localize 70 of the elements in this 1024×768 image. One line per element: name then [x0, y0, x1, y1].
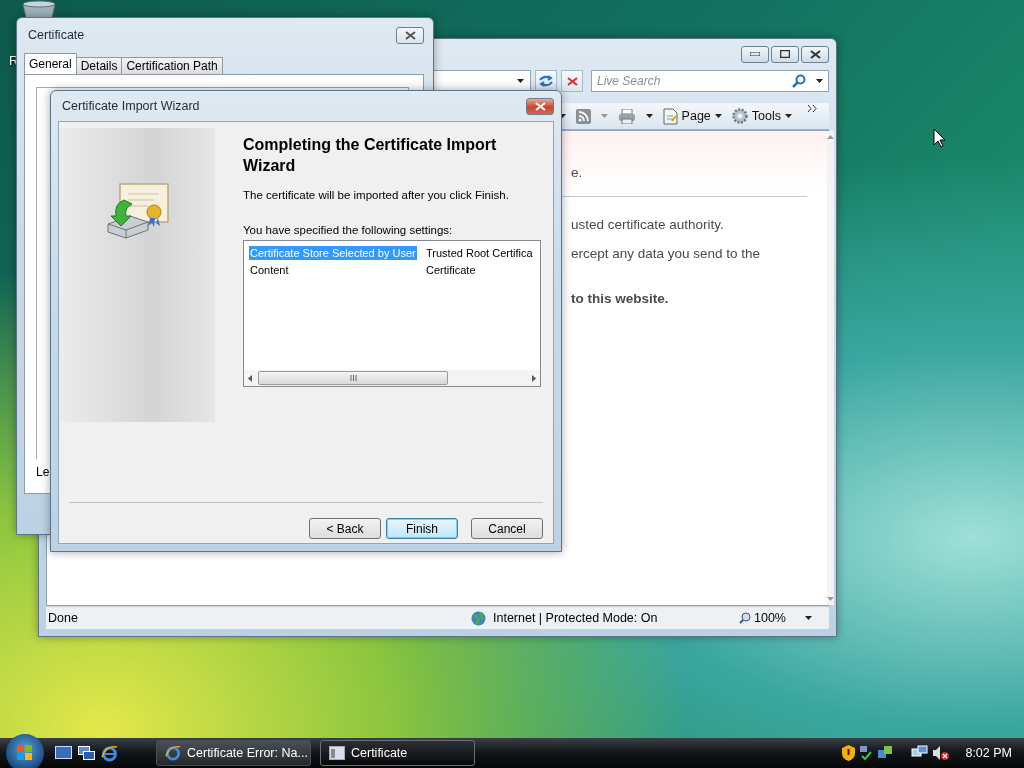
command-button[interactable]: Tools — [731, 108, 792, 124]
list-item[interactable]: Content — [249, 262, 290, 277]
status-text: Done — [47, 611, 78, 625]
list-cell: Certificate — [425, 262, 477, 277]
wizard-heading: Completing the Certificate Import Wizard — [243, 135, 498, 176]
close-button[interactable] — [396, 26, 424, 44]
taskbar-button[interactable]: Certificate — [320, 740, 475, 766]
scroll-up-icon — [827, 135, 834, 139]
chevron-icon[interactable] — [808, 104, 817, 112]
trash-icon[interactable] — [21, 0, 57, 18]
horizontal-scrollbar[interactable] — [244, 370, 540, 386]
refresh-button[interactable] — [535, 70, 557, 92]
window-title: Certificate Import Wizard — [61, 99, 201, 113]
minimize-icon — [750, 52, 760, 56]
settings-label: You have specified the following settings: — [243, 224, 454, 236]
browser-icon — [165, 745, 181, 761]
window-title: Certificate — [27, 28, 86, 42]
zoom-control[interactable]: 100% — [739, 611, 829, 625]
maximize-button[interactable] — [771, 45, 799, 63]
minimize-button[interactable] — [741, 45, 769, 63]
close-button[interactable] — [801, 45, 829, 63]
start-button[interactable] — [6, 734, 44, 768]
close-icon — [534, 101, 546, 111]
command-button[interactable]: Page — [662, 107, 722, 125]
volume-muted-icon[interactable] — [932, 745, 950, 761]
print-icon[interactable] — [617, 108, 636, 124]
page-text: usted certificate authority. — [571, 217, 725, 232]
desktop-icon — [55, 746, 72, 760]
dialog-button[interactable]: Cancel — [471, 518, 543, 539]
windows-logo-icon — [17, 745, 33, 761]
gear-icon — [731, 108, 748, 124]
show-desktop-button[interactable] — [52, 746, 75, 760]
tab[interactable]: General — [24, 53, 77, 74]
network-check-icon[interactable] — [859, 745, 874, 761]
windows-stack-icon — [78, 746, 95, 760]
pointer-cursor-icon — [933, 128, 946, 148]
refresh-icon — [538, 74, 554, 88]
dialog-button[interactable]: Finish — [386, 518, 458, 539]
dialog-button[interactable]: < Back — [309, 518, 381, 539]
grip-icon — [349, 375, 357, 381]
page-icon — [662, 107, 678, 125]
zoom-icon — [739, 612, 751, 624]
field-label: Le — [36, 465, 51, 479]
close-icon — [809, 49, 821, 59]
feed-icon[interactable] — [575, 108, 591, 124]
search-field[interactable]: Live Search — [591, 70, 829, 92]
window-icon — [329, 746, 345, 760]
switch-windows-button[interactable] — [75, 746, 98, 760]
page-text: e. — [571, 165, 584, 180]
tab[interactable]: Details — [75, 57, 123, 74]
page-text: to this website. — [571, 291, 670, 306]
clock[interactable]: 8:02 PM — [965, 746, 1012, 760]
page-text: ercept any data you send to the — [571, 246, 762, 261]
maximize-icon — [780, 50, 790, 58]
network-icon[interactable] — [877, 745, 894, 761]
tab[interactable]: Certification Path — [121, 57, 223, 74]
stop-button[interactable] — [561, 70, 583, 92]
vertical-scrollbar[interactable] — [827, 131, 834, 605]
globe-icon — [471, 610, 486, 626]
taskbar-button[interactable]: Certificate Error: Na... — [156, 740, 311, 766]
scroll-right-icon — [532, 374, 536, 382]
close-icon — [404, 30, 416, 40]
shield-icon[interactable] — [842, 745, 856, 761]
scroll-left-icon — [248, 374, 252, 382]
search-icon[interactable] — [792, 74, 806, 88]
security-zone-text: Internet | Protected Mode: On — [492, 611, 658, 625]
intro-text: The certificate will be imported after you click Finish. — [243, 189, 510, 201]
browser-icon — [101, 744, 118, 762]
list-cell: Trusted Root Certifica — [425, 245, 534, 260]
close-icon — [566, 76, 578, 86]
